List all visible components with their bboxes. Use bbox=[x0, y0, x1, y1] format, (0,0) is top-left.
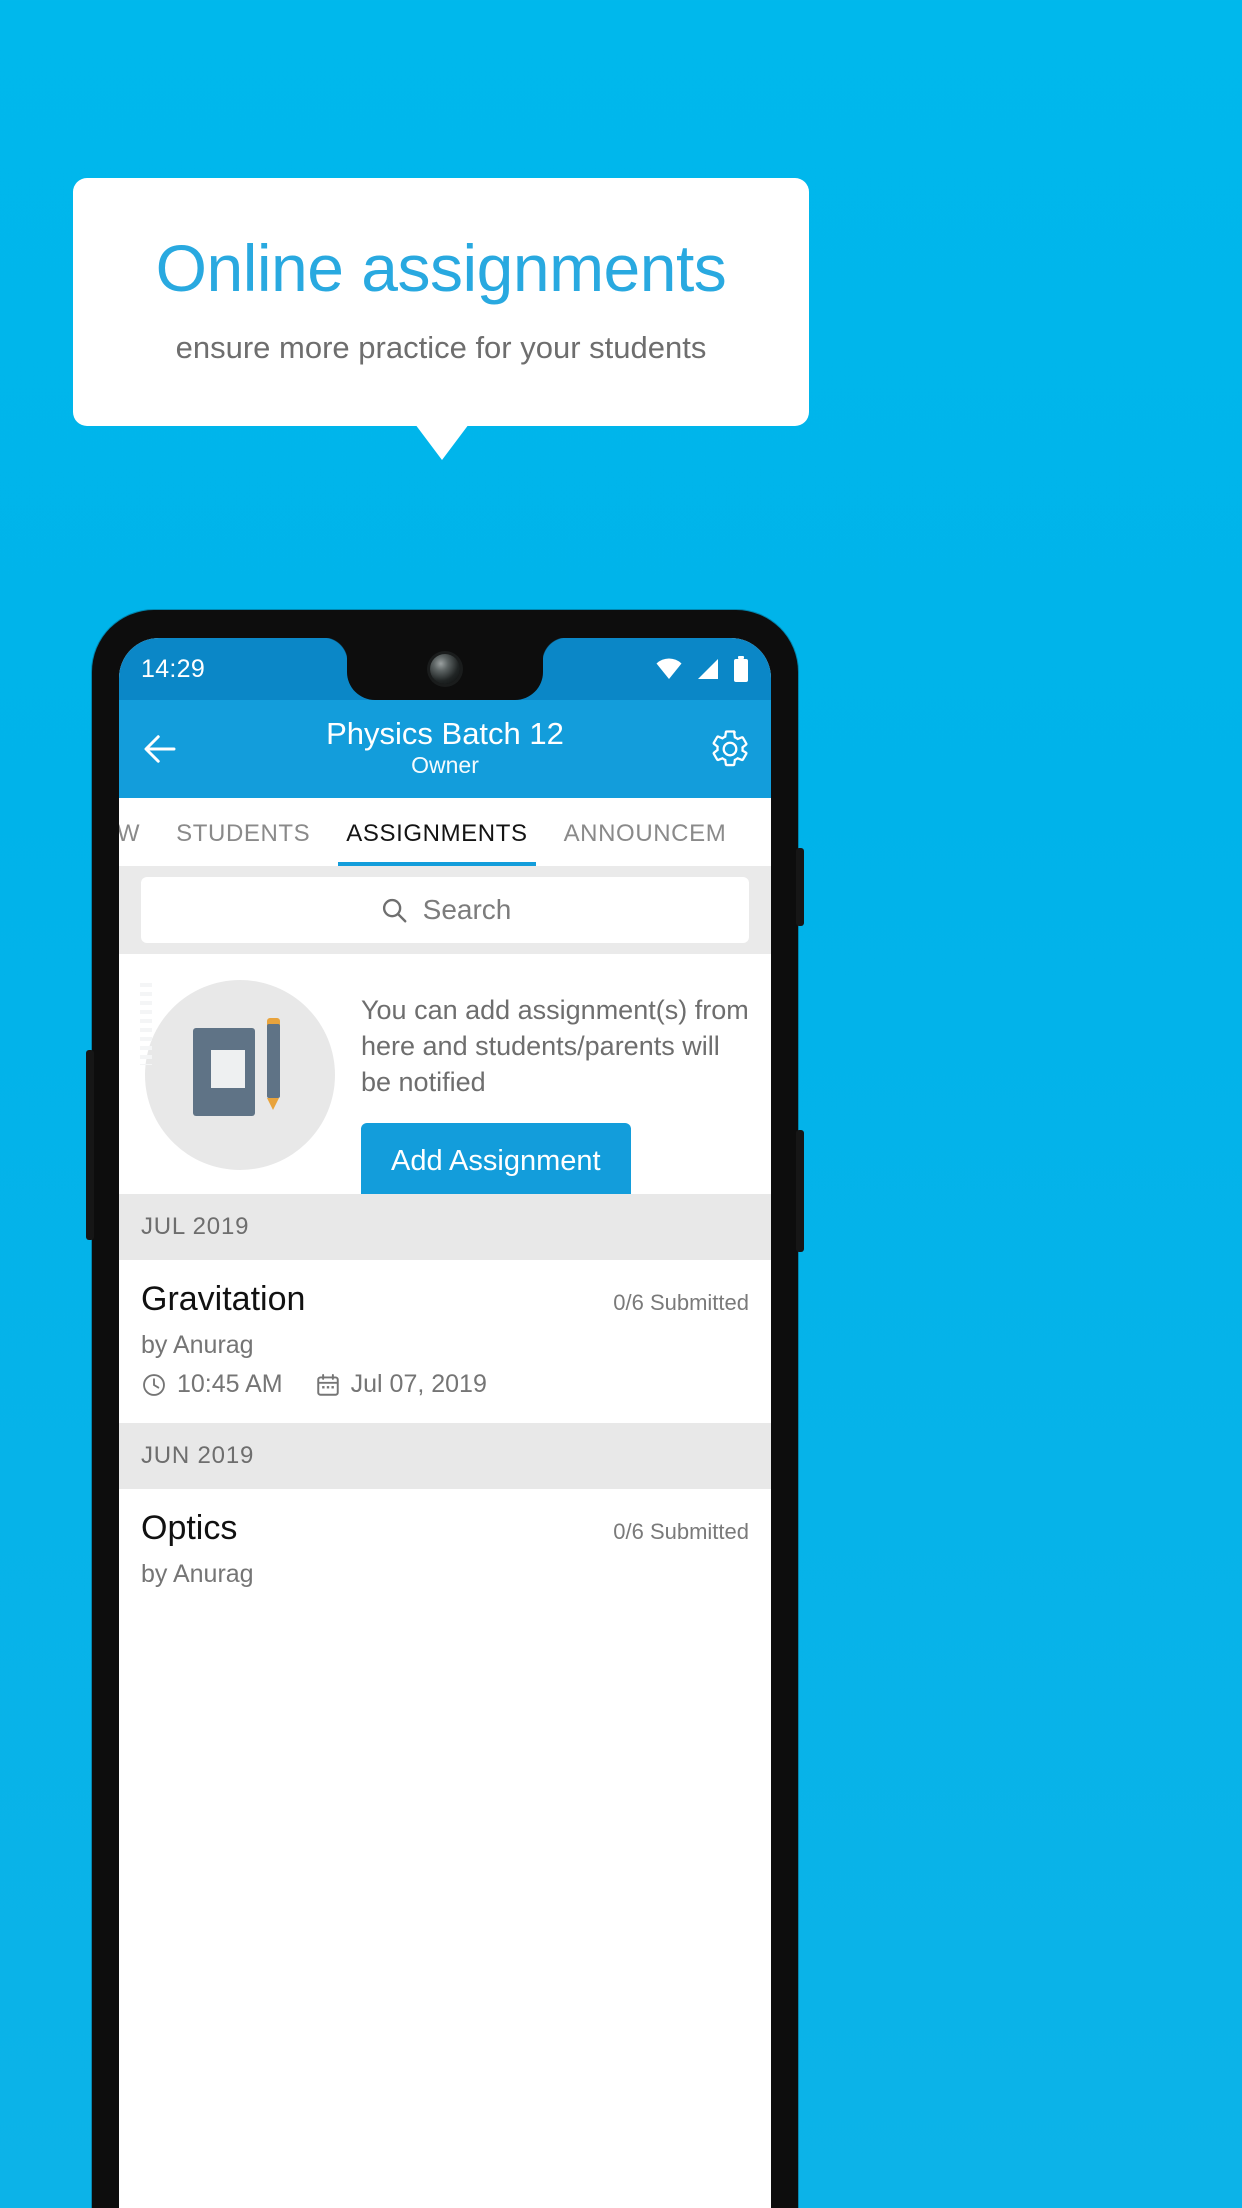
pen-tip bbox=[267, 1098, 279, 1110]
assignment-row-top: Optics 0/6 Submitted bbox=[141, 1509, 749, 1548]
tab-announcements[interactable]: ANNOUNCEM bbox=[546, 820, 745, 866]
empty-state-content: You can add assignment(s) from here and … bbox=[335, 980, 749, 1200]
app-bar: Physics Batch 12 Owner bbox=[119, 700, 771, 798]
display-notch bbox=[323, 638, 567, 700]
app-bar-titles: Physics Batch 12 Owner bbox=[181, 715, 709, 779]
submitted-count: 0/6 Submitted bbox=[613, 1290, 749, 1315]
arrow-left-icon[interactable] bbox=[139, 728, 181, 770]
assignment-title: Optics bbox=[141, 1509, 238, 1547]
search-input[interactable]: Search bbox=[141, 877, 749, 943]
empty-state-text: You can add assignment(s) from here and … bbox=[361, 995, 749, 1098]
month-header: JUL 2019 bbox=[119, 1194, 771, 1260]
battery-icon bbox=[734, 656, 748, 682]
status-bar-clock: 14:29 bbox=[141, 654, 206, 683]
assignment-date: Jul 07, 2019 bbox=[350, 1370, 487, 1398]
assignment-title: Gravitation bbox=[141, 1280, 306, 1318]
front-camera-icon bbox=[430, 654, 460, 684]
assistant-button[interactable] bbox=[86, 1050, 94, 1240]
tab-bar[interactable]: IEW STUDENTS ASSIGNMENTS ANNOUNCEM bbox=[119, 798, 771, 866]
cellular-signal-icon bbox=[698, 659, 718, 679]
assignment-list[interactable]: JUL 2019 Gravitation 0/6 Submitted by An… bbox=[119, 1194, 771, 1613]
submitted-count: 0/6 Submitted bbox=[613, 1519, 749, 1544]
promo-title: Online assignments bbox=[155, 231, 727, 305]
calendar-icon bbox=[316, 1373, 339, 1396]
pen-body bbox=[267, 1024, 280, 1098]
status-bar-icons bbox=[655, 656, 749, 682]
page-subtitle: Owner bbox=[411, 751, 479, 778]
tab-overview[interactable]: IEW bbox=[119, 820, 158, 866]
wifi-icon bbox=[656, 658, 682, 679]
assignment-author: by Anurag bbox=[141, 1560, 254, 1588]
notebook-page bbox=[211, 1050, 245, 1088]
assignment-row[interactable]: Gravitation 0/6 Submitted by Anurag 10:4… bbox=[119, 1260, 771, 1423]
month-header: JUN 2019 bbox=[119, 1423, 771, 1489]
volume-button[interactable] bbox=[796, 1130, 804, 1252]
assignment-time: 10:45 AM bbox=[177, 1370, 283, 1398]
add-assignment-button[interactable]: Add Assignment bbox=[361, 1122, 631, 1200]
notebook-spiral bbox=[140, 983, 152, 1065]
assignment-meta: 10:45 AM Jul 07, 2019 bbox=[141, 1370, 749, 1399]
phone-screen: 14:29 Physics Batch 12 Owner W STUDENTS … bbox=[119, 638, 771, 2208]
search-bar-container: Search bbox=[119, 866, 771, 954]
promo-banner: Online assignments ensure more practice … bbox=[73, 178, 809, 426]
gear-icon[interactable] bbox=[709, 728, 751, 770]
clock-icon bbox=[143, 1373, 165, 1396]
phone-device-frame: 14:29 Physics Batch 12 Owner W STUDENTS … bbox=[86, 610, 804, 2208]
assignment-row-top: Gravitation 0/6 Submitted bbox=[141, 1280, 749, 1319]
empty-state-card: You can add assignment(s) from here and … bbox=[119, 954, 771, 1200]
notebook-icon bbox=[193, 1028, 255, 1116]
assignment-row[interactable]: Optics 0/6 Submitted by Anurag bbox=[119, 1489, 771, 1613]
search-icon bbox=[382, 898, 407, 923]
power-button[interactable] bbox=[796, 848, 804, 926]
assignment-author: by Anurag bbox=[141, 1331, 254, 1359]
tab-students[interactable]: STUDENTS bbox=[158, 820, 328, 866]
search-placeholder: Search bbox=[422, 894, 512, 925]
notebook-and-pen-icon bbox=[140, 980, 335, 1170]
page-title: Physics Batch 12 bbox=[326, 715, 564, 751]
promo-bubble-tail bbox=[415, 424, 469, 460]
tab-assignments[interactable]: ASSIGNMENTS bbox=[328, 820, 545, 866]
promo-subtitle: ensure more practice for your students bbox=[175, 330, 707, 365]
